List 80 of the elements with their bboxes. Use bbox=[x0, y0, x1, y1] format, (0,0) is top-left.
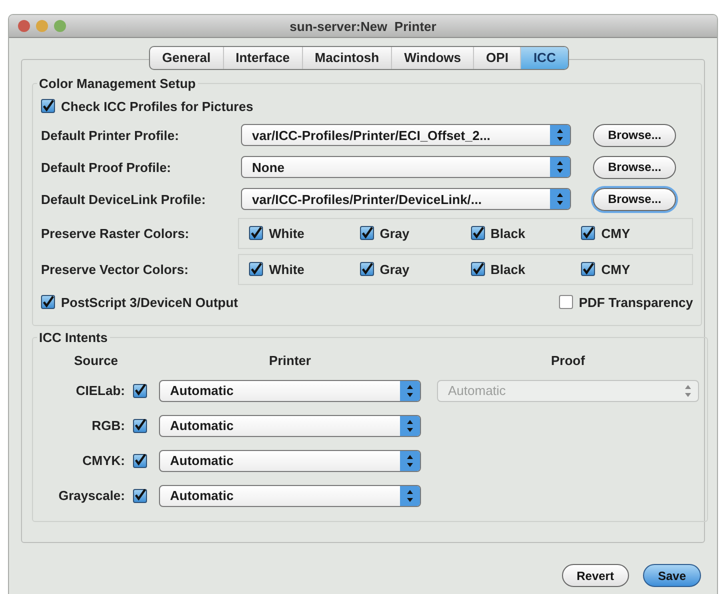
stepper-icon bbox=[550, 157, 570, 177]
checkbox[interactable] bbox=[581, 262, 596, 276]
popup-menu[interactable]: Automatic bbox=[159, 484, 421, 506]
stepper-icon bbox=[400, 380, 420, 400]
color-checkbox[interactable]: Gray bbox=[360, 262, 470, 276]
stepper-icon bbox=[400, 486, 420, 506]
popup-menu[interactable]: var/ICC-Profiles/Printer/DeviceLink/... bbox=[241, 188, 571, 210]
field-label: Preserve Vector Colors: bbox=[41, 262, 190, 276]
window-title: sun-server:New Printer bbox=[288, 18, 438, 34]
checkbox[interactable] bbox=[41, 295, 55, 309]
pdf-transparency-checkbox[interactable]: PDF Transparency bbox=[558, 294, 693, 310]
checkmark-icon bbox=[134, 384, 146, 397]
checkbox[interactable] bbox=[133, 384, 147, 398]
checkbox[interactable] bbox=[360, 262, 374, 276]
tab[interactable]: Windows bbox=[392, 47, 474, 69]
tab[interactable]: General bbox=[150, 47, 224, 69]
popup-menu[interactable]: Automatic bbox=[159, 450, 421, 472]
column-header: Source bbox=[72, 352, 120, 368]
popup-menu[interactable]: None bbox=[241, 156, 571, 178]
checkbox[interactable] bbox=[133, 418, 147, 432]
checkmark-icon bbox=[134, 489, 146, 502]
field-label: Default Printer Profile: bbox=[41, 128, 180, 142]
checkmark-icon bbox=[472, 262, 484, 276]
field-label: Default DeviceLink Profile: bbox=[41, 192, 207, 206]
checkbox[interactable] bbox=[470, 226, 484, 240]
source-label: Grayscale: bbox=[58, 488, 125, 503]
window-controls-icon[interactable] bbox=[17, 19, 69, 33]
source-label: CIELab: bbox=[74, 383, 125, 398]
browse-button[interactable]: Browse... bbox=[593, 156, 676, 178]
color-checkbox[interactable]: CMY bbox=[581, 262, 692, 276]
source-label: CMYK: bbox=[81, 453, 125, 468]
checkbox[interactable] bbox=[249, 226, 263, 240]
color-checkbox[interactable]: White bbox=[249, 262, 360, 276]
checkbox[interactable] bbox=[581, 226, 596, 240]
color-checkbox[interactable]: Black bbox=[470, 262, 582, 276]
checkmark-icon bbox=[360, 226, 373, 240]
check-icc-checkbox[interactable]: Check ICC Profiles for Pictures bbox=[41, 98, 254, 114]
group-title: Color Management Setup bbox=[38, 76, 197, 91]
checkbox[interactable] bbox=[558, 295, 573, 309]
checkmark-icon bbox=[134, 454, 146, 467]
checkbox[interactable] bbox=[470, 262, 484, 276]
checkbox[interactable] bbox=[133, 488, 147, 502]
checkmark-icon bbox=[250, 262, 262, 276]
revert-button[interactable]: Revert bbox=[562, 564, 629, 587]
stepper-icon bbox=[400, 450, 420, 470]
checkmark-icon bbox=[582, 226, 594, 240]
checkbox[interactable] bbox=[41, 99, 55, 113]
color-checkbox[interactable]: Gray bbox=[360, 226, 470, 240]
tab[interactable]: ICC bbox=[521, 47, 568, 69]
popup-menu[interactable]: Automatic bbox=[159, 380, 421, 402]
checkmark-icon bbox=[360, 262, 373, 276]
tab[interactable]: Interface bbox=[224, 47, 303, 69]
browse-button[interactable]: Browse... bbox=[593, 188, 676, 210]
popup-menu[interactable]: Automatic bbox=[159, 414, 421, 436]
popup-menu[interactable]: var/ICC-Profiles/Printer/ECI_Offset_2... bbox=[241, 124, 571, 146]
save-button[interactable]: Save bbox=[642, 564, 701, 587]
checkmark-icon bbox=[250, 226, 262, 240]
color-checkbox[interactable]: Black bbox=[470, 226, 582, 240]
stepper-icon bbox=[550, 189, 570, 209]
field-label: Default Proof Profile: bbox=[41, 160, 172, 174]
stepper-icon bbox=[400, 416, 420, 436]
tab[interactable]: Macintosh bbox=[302, 47, 392, 69]
checkmark-icon bbox=[42, 100, 54, 112]
column-header: Printer bbox=[268, 352, 312, 368]
browse-button[interactable]: Browse... bbox=[593, 124, 676, 146]
checkbox[interactable] bbox=[249, 262, 263, 276]
checkbox[interactable] bbox=[133, 454, 147, 468]
checkmark-icon bbox=[134, 419, 146, 432]
source-label: RGB: bbox=[90, 418, 125, 433]
postscript-checkbox[interactable]: PostScript 3/DeviceN Output bbox=[41, 294, 238, 310]
color-checkbox[interactable]: CMY bbox=[581, 226, 692, 240]
checkbox[interactable] bbox=[360, 226, 374, 240]
checkmark-icon bbox=[582, 262, 594, 276]
group-title: ICC Intents bbox=[38, 330, 109, 345]
field-label: Preserve Raster Colors: bbox=[41, 226, 190, 240]
stepper-icon bbox=[550, 125, 570, 145]
column-header: Proof bbox=[550, 352, 586, 368]
checkmark-icon bbox=[42, 296, 54, 308]
color-checkbox[interactable]: White bbox=[249, 226, 360, 240]
checkmark-icon bbox=[472, 226, 484, 240]
